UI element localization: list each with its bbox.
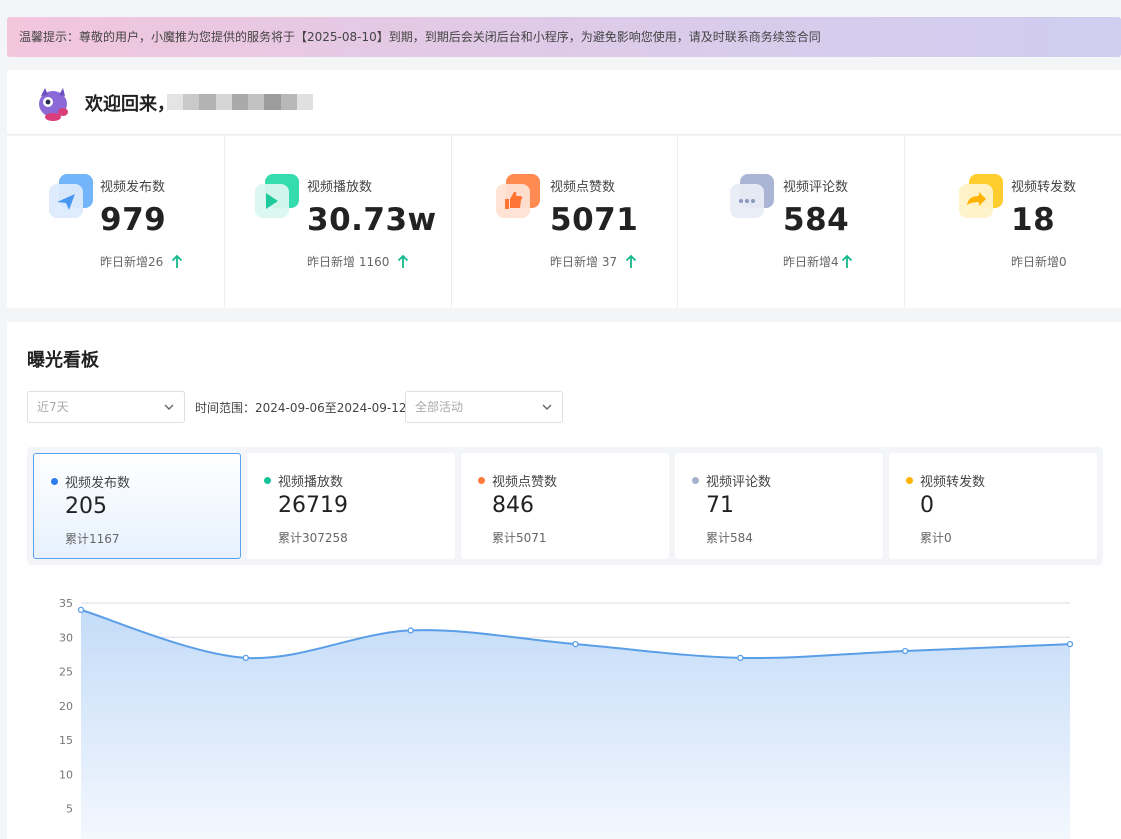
- legend-dot: [692, 477, 699, 484]
- metric-value: 71: [706, 493, 734, 518]
- stat-label: 视频发布数: [100, 180, 166, 195]
- stat-card-publish: 视频发布数 979 昨日新增26: [7, 136, 225, 308]
- metric-cards: 视频发布数 205 累计1167 视频播放数 26719 累计307258 视频…: [27, 447, 1103, 565]
- welcome-bar: 欢迎回来，: [7, 70, 1121, 135]
- avatar: [34, 83, 74, 123]
- stat-value: 584: [783, 202, 850, 238]
- metric-card-play[interactable]: 视频播放数 26719 累计307258: [247, 453, 455, 559]
- stat-foot-text: 昨日新增4: [783, 255, 839, 269]
- notice-text: 温馨提示：尊敬的用户，小魔推为您提供的服务将于【2025-08-10】到期，到期…: [19, 30, 821, 44]
- stat-label: 视频播放数: [307, 180, 373, 195]
- paper-plane-icon: [49, 174, 93, 218]
- comment-icon: [730, 174, 774, 218]
- stat-foot-text: 昨日新增0: [1011, 255, 1067, 269]
- chevron-down-icon: [164, 404, 174, 410]
- metric-label: 视频点赞数: [492, 475, 558, 490]
- stat-foot: 昨日新增4: [783, 253, 853, 270]
- stat-label: 视频评论数: [783, 180, 849, 195]
- arrow-up-icon: [625, 254, 637, 268]
- metric-value: 205: [65, 494, 107, 519]
- arrow-up-icon: [841, 254, 852, 268]
- play-icon: [255, 174, 299, 218]
- metric-total: 累计584: [706, 531, 753, 545]
- metric-card-share[interactable]: 视频转发数 0 累计0: [889, 453, 1097, 559]
- period-select[interactable]: 近7天: [27, 391, 185, 423]
- metric-card-like[interactable]: 视频点赞数 846 累计5071: [461, 453, 669, 559]
- stat-value: 30.73w: [307, 202, 437, 238]
- metric-label: 视频发布数: [65, 476, 131, 491]
- metric-total: 累计5071: [492, 531, 547, 545]
- stat-label: 视频转发数: [1011, 180, 1077, 195]
- legend-dot: [264, 477, 271, 484]
- metric-card-publish[interactable]: 视频发布数 205 累计1167: [33, 453, 241, 559]
- stat-foot: 昨日新增 37: [550, 253, 637, 270]
- stat-foot-text: 昨日新增26: [100, 255, 164, 269]
- stat-foot: 昨日新增26: [100, 253, 183, 270]
- metric-value: 26719: [278, 493, 348, 518]
- exposure-board: 曝光看板 近7天 时间范围：2024-09-06至2024-09-12 全部活动…: [7, 322, 1121, 839]
- stat-foot: 昨日新增 1160: [307, 253, 409, 270]
- thumbs-up-icon: [496, 174, 540, 218]
- share-icon: [959, 174, 1003, 218]
- board-title: 曝光看板: [27, 350, 99, 371]
- metric-card-comment[interactable]: 视频评论数 71 累计584: [675, 453, 883, 559]
- legend-dot: [51, 478, 58, 485]
- metric-label: 视频评论数: [706, 475, 772, 490]
- period-select-value: 近7天: [37, 400, 69, 414]
- expiry-notice-banner: 温馨提示：尊敬的用户，小魔推为您提供的服务将于【2025-08-10】到期，到期…: [7, 17, 1121, 57]
- metric-label: 视频播放数: [278, 475, 344, 490]
- blurred-username: [167, 94, 313, 110]
- time-range-text: 时间范围：2024-09-06至2024-09-12: [195, 401, 407, 415]
- stat-card-share: 视频转发数 18 昨日新增0: [905, 136, 1121, 308]
- metric-value: 0: [920, 493, 934, 518]
- metric-total: 累计307258: [278, 531, 348, 545]
- activity-select-value: 全部活动: [415, 400, 464, 414]
- metric-total: 累计0: [920, 531, 952, 545]
- stat-foot-text: 昨日新增 1160: [307, 255, 390, 269]
- metric-value: 846: [492, 493, 534, 518]
- stat-foot-text: 昨日新增 37: [550, 255, 618, 269]
- legend-dot: [478, 477, 485, 484]
- stat-value: 979: [100, 202, 167, 238]
- welcome-text: 欢迎回来，: [85, 94, 175, 115]
- stats-row: 视频发布数 979 昨日新增26 视频播放数 30.73w 昨日新增 1160 …: [7, 136, 1121, 308]
- legend-dot: [906, 477, 913, 484]
- arrow-up-icon: [172, 254, 183, 268]
- chevron-down-icon: [542, 404, 552, 410]
- stat-label: 视频点赞数: [550, 180, 616, 195]
- stat-card-comment: 视频评论数 584 昨日新增4: [678, 136, 905, 308]
- activity-select[interactable]: 全部活动: [405, 391, 563, 423]
- stat-card-like: 视频点赞数 5071 昨日新增 37: [452, 136, 678, 308]
- stat-card-play: 视频播放数 30.73w 昨日新增 1160: [225, 136, 452, 308]
- stat-value: 5071: [550, 202, 639, 238]
- arrow-up-icon: [398, 254, 409, 268]
- stat-value: 18: [1011, 202, 1056, 238]
- stat-foot: 昨日新增0: [1011, 253, 1067, 270]
- metric-label: 视频转发数: [920, 475, 986, 490]
- metric-total: 累计1167: [65, 532, 120, 546]
